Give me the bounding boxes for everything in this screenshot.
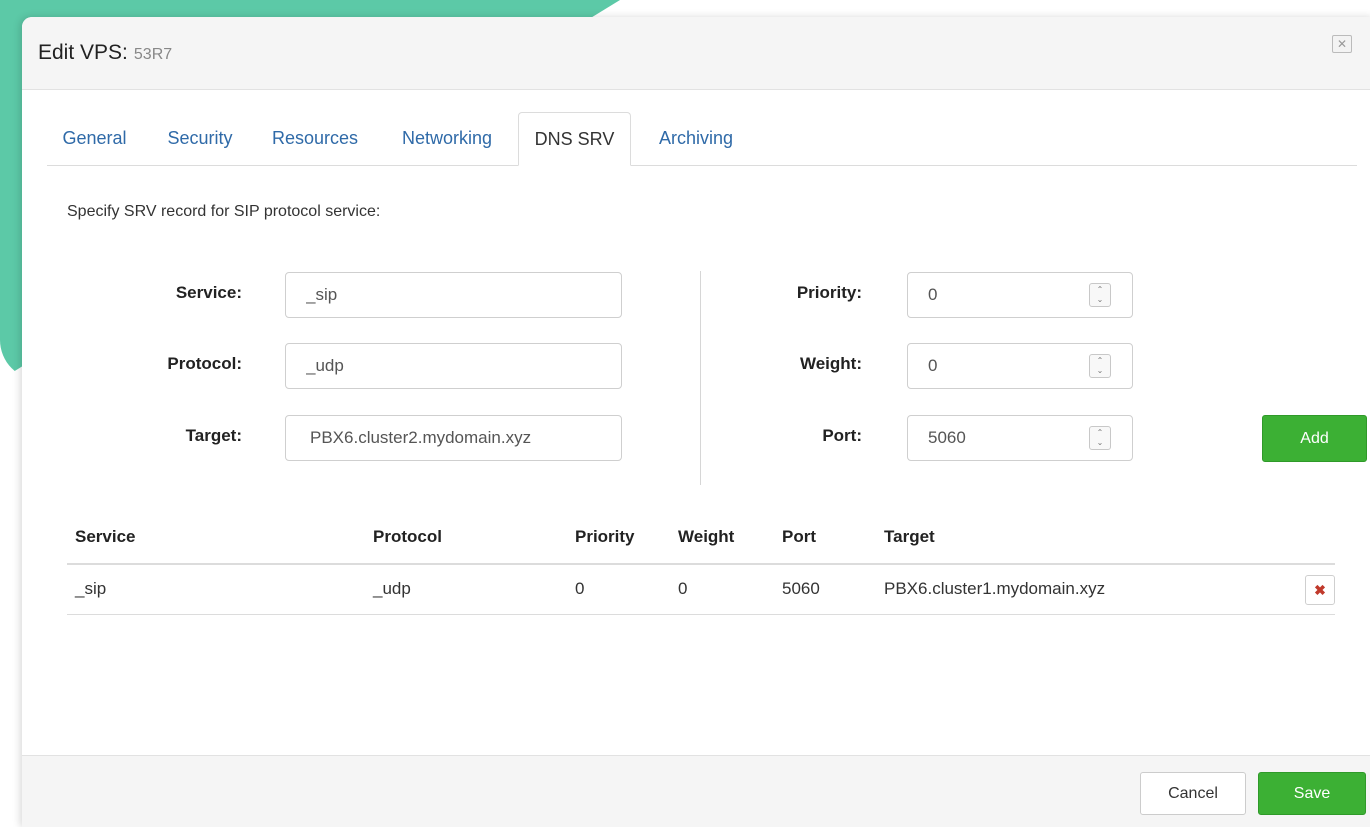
tab-archiving[interactable]: Archiving [641,112,751,165]
priority-label: Priority: [796,283,862,302]
priority-field: ⌃ ⌄ [907,272,1133,318]
chevron-up-icon: ⌃ [1096,356,1104,365]
cancel-button[interactable]: Cancel [1140,772,1246,815]
srv-intro-text: Specify SRV record for SIP protocol serv… [67,203,381,220]
tab-bar: General Security Resources Networking DN… [47,112,1357,166]
chevron-down-icon: ⌄ [1096,295,1104,304]
table-header: Service Protocol Priority Weight Port Ta… [67,517,1335,565]
col-header-target: Target [884,527,935,546]
tab-security[interactable]: Security [157,112,243,165]
dialog-header: Edit VPS: 53R7 ✕ [22,17,1370,90]
delete-icon: ✖ [1314,582,1326,598]
chevron-up-icon: ⌃ [1096,428,1104,437]
chevron-down-icon: ⌄ [1096,438,1104,447]
col-header-port: Port [782,527,816,546]
srv-records-table: Service Protocol Priority Weight Port Ta… [67,517,1335,615]
weight-spinner[interactable]: ⌃ ⌄ [1089,354,1111,378]
chevron-down-icon: ⌄ [1096,366,1104,375]
save-button[interactable]: Save [1258,772,1366,815]
tab-resources[interactable]: Resources [259,112,371,165]
col-header-protocol: Protocol [373,527,442,546]
priority-spinner[interactable]: ⌃ ⌄ [1089,283,1111,307]
weight-label: Weight: [799,354,862,373]
target-input[interactable] [285,415,622,461]
close-icon: ✕ [1336,37,1348,51]
cell-target: PBX6.cluster1.mydomain.xyz [884,579,1106,598]
dialog-title-text: Edit VPS: [38,41,128,64]
cell-weight: 0 [678,579,688,598]
col-header-priority: Priority [575,527,635,546]
cell-service: _sip [75,579,107,598]
port-spinner[interactable]: ⌃ ⌄ [1089,426,1111,450]
tab-general[interactable]: General [47,112,142,165]
add-button[interactable]: Add [1262,415,1367,462]
close-button[interactable]: ✕ [1332,35,1352,53]
column-divider [700,271,701,485]
cell-priority: 0 [575,579,585,598]
delete-record-button[interactable]: ✖ [1305,575,1335,605]
edit-vps-dialog: Edit VPS: 53R7 ✕ General Security Resourc… [22,17,1370,827]
vps-id: 53R7 [133,46,173,63]
tab-dns-srv[interactable]: DNS SRV [518,112,631,166]
protocol-input[interactable] [285,343,622,389]
col-header-service: Service [75,527,136,546]
weight-field: ⌃ ⌄ [907,343,1133,389]
dialog-footer: Cancel Save [22,755,1370,827]
dialog-title: Edit VPS: 53R7 [38,41,172,65]
protocol-label: Protocol: [167,354,242,373]
tab-networking[interactable]: Networking [385,112,509,165]
port-label: Port: [822,426,862,445]
service-label: Service: [175,283,242,302]
cell-protocol: _udp [373,579,411,598]
cell-port: 5060 [782,579,820,598]
col-header-weight: Weight [678,527,735,546]
chevron-up-icon: ⌃ [1096,285,1104,294]
target-label: Target: [185,426,242,445]
port-field: ⌃ ⌄ [907,415,1133,461]
table-row: _sip _udp 0 0 5060 PBX6.cluster1.mydomai… [67,565,1335,615]
service-input[interactable] [285,272,622,318]
